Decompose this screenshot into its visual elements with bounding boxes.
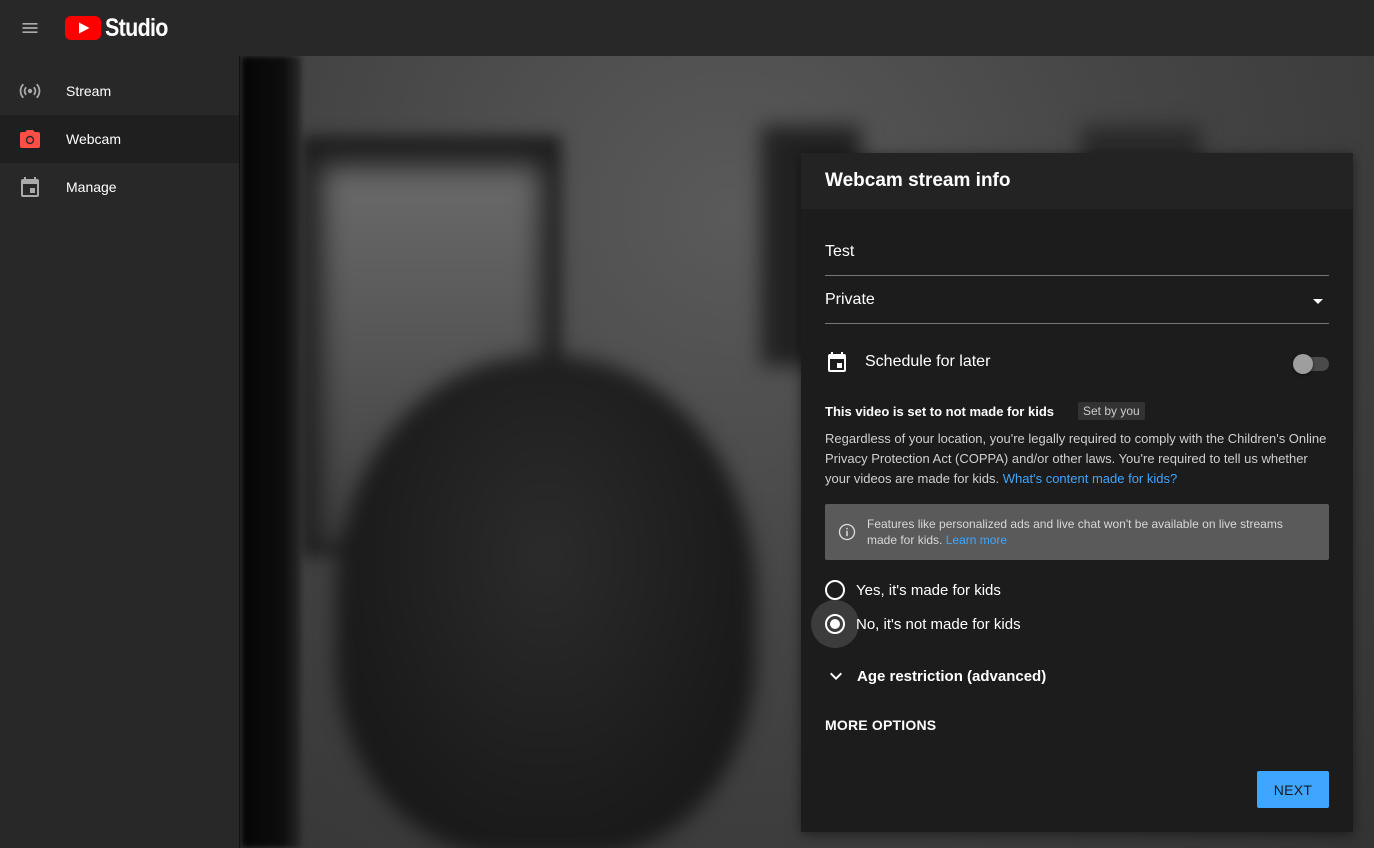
logo-text: Studio xyxy=(105,13,168,42)
radio-button[interactable] xyxy=(825,580,845,600)
sidebar-item-label: Webcam xyxy=(66,131,121,147)
studio-logo[interactable]: Studio xyxy=(65,14,178,43)
sidebar-item-manage[interactable]: Manage xyxy=(0,163,239,211)
sidebar-item-webcam[interactable]: Webcam xyxy=(0,115,239,163)
chevron-down-icon xyxy=(830,672,842,680)
dropdown-arrow-icon xyxy=(1313,299,1323,304)
top-bar: Studio xyxy=(0,0,1374,56)
toggle-thumb xyxy=(1293,354,1313,374)
more-options-button[interactable]: MORE OPTIONS xyxy=(825,717,936,733)
sidebar: Stream Webcam Manage xyxy=(0,56,240,848)
calendar-icon xyxy=(18,175,42,199)
set-by-badge: Set by you xyxy=(1078,402,1145,420)
dialog-title: Webcam stream info xyxy=(825,170,1011,191)
radio-label: Yes, it's made for kids xyxy=(856,581,1001,599)
radio-not-made-for-kids[interactable]: No, it's not made for kids xyxy=(811,600,1329,648)
kids-setting-title: This video is set to not made for kids xyxy=(825,403,1054,419)
learn-more-link[interactable]: Learn more xyxy=(946,533,1007,547)
radio-button-checked[interactable] xyxy=(825,614,845,634)
title-field[interactable]: Test xyxy=(825,225,1329,276)
dialog-header: Webcam stream info xyxy=(801,153,1353,209)
kids-content-link[interactable]: What's content made for kids? xyxy=(1003,471,1177,486)
title-input[interactable]: Test xyxy=(825,243,854,261)
sidebar-item-label: Stream xyxy=(66,83,112,99)
age-restriction-label: Age restriction (advanced) xyxy=(857,667,1047,685)
age-restriction-expander[interactable]: Age restriction (advanced) xyxy=(825,659,1329,693)
stream-icon xyxy=(18,79,42,103)
preview-edge xyxy=(241,56,301,848)
visibility-value: Private xyxy=(825,290,875,308)
preview-shape xyxy=(336,356,756,848)
camera-icon xyxy=(18,127,42,151)
radio-made-for-kids[interactable]: Yes, it's made for kids xyxy=(825,573,1329,607)
visibility-select[interactable]: Private xyxy=(825,276,1329,324)
stream-info-dialog: Webcam stream info Test Private Schedule… xyxy=(801,153,1353,832)
info-text: Features like personalized ads and live … xyxy=(867,517,1283,547)
coppa-description: Regardless of your location, you're lega… xyxy=(825,431,1327,486)
youtube-logo-icon xyxy=(65,16,101,40)
info-icon xyxy=(838,523,856,541)
schedule-toggle[interactable] xyxy=(1293,354,1329,374)
sidebar-item-label: Manage xyxy=(66,179,117,195)
radio-label: No, it's not made for kids xyxy=(856,615,1021,633)
menu-icon[interactable] xyxy=(0,0,60,56)
info-box: Features like personalized ads and live … xyxy=(825,504,1329,560)
calendar-icon xyxy=(828,352,846,372)
next-button[interactable]: NEXT xyxy=(1257,771,1329,808)
schedule-label: Schedule for later xyxy=(865,353,991,370)
sidebar-item-stream[interactable]: Stream xyxy=(0,67,239,115)
schedule-row: Schedule for later xyxy=(825,324,1329,400)
